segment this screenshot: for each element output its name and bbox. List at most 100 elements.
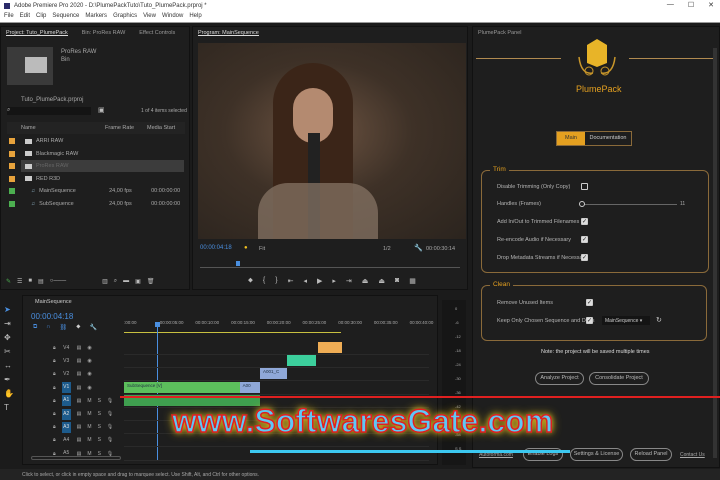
timeline-clip[interactable]: [287, 355, 317, 367]
lock-icon[interactable]: 🔒︎: [53, 385, 56, 391]
add-marker-icon[interactable]: ⬥: [76, 324, 80, 331]
menu-markers[interactable]: Markers: [85, 13, 107, 20]
project-item[interactable]: ProRes RAW: [9, 160, 184, 172]
col-media-start[interactable]: Media Start: [147, 125, 175, 131]
snap-icon[interactable]: ∩: [46, 324, 50, 331]
minimize-button[interactable]: —: [667, 1, 674, 9]
mute-button[interactable]: M: [87, 437, 91, 443]
sync-lock-icon[interactable]: ▤: [77, 398, 82, 404]
reload-panel-button[interactable]: Reload Panel: [630, 448, 672, 461]
mute-button[interactable]: M: [87, 398, 91, 404]
tab-main[interactable]: Main: [557, 132, 585, 145]
freeform-view-icon[interactable]: ▤: [38, 278, 44, 285]
solo-button[interactable]: S: [98, 437, 101, 443]
handles-slider-thumb[interactable]: [579, 201, 585, 207]
timeline-clip[interactable]: A00: [239, 381, 260, 393]
lift-icon[interactable]: ⏏: [362, 277, 369, 285]
track-target[interactable]: A2: [61, 408, 71, 420]
mic-icon[interactable]: 🎙︎: [107, 398, 113, 404]
comparison-view-icon[interactable]: ▦: [409, 277, 416, 285]
mic-icon[interactable]: 🎙︎: [107, 411, 113, 417]
tab-main-sequence[interactable]: MainSequence: [35, 299, 72, 305]
remove-unused-checkbox[interactable]: ✓: [586, 299, 593, 306]
track-target[interactable]: A3: [61, 421, 71, 433]
tab-program[interactable]: Program: MainSequence: [198, 30, 259, 36]
tab-effect-controls[interactable]: Effect Controls: [139, 30, 175, 36]
project-item[interactable]: Blackmagic RAW: [9, 148, 184, 160]
close-button[interactable]: ✕: [708, 1, 714, 9]
export-frame-icon[interactable]: ◙: [395, 277, 399, 285]
new-bin-button-icon[interactable]: ▬: [123, 278, 129, 285]
lock-icon[interactable]: 🔒︎: [53, 358, 56, 364]
icon-view-icon[interactable]: ■: [28, 278, 32, 285]
eye-icon[interactable]: ◉: [87, 371, 91, 377]
tab-project[interactable]: Project: Tuto_PlumePack: [6, 30, 68, 36]
disable-trimming-checkbox[interactable]: [581, 183, 588, 190]
go-to-out-icon[interactable]: ⇥: [346, 277, 352, 285]
add-inout-checkbox[interactable]: ✓: [581, 218, 588, 225]
sync-lock-icon[interactable]: ▤: [77, 358, 82, 364]
track-target[interactable]: V2: [62, 369, 71, 380]
label-color-swatch[interactable]: [9, 200, 15, 207]
lock-icon[interactable]: 🔒︎: [53, 371, 56, 377]
eye-icon[interactable]: ◉: [87, 385, 91, 391]
solo-button[interactable]: S: [98, 424, 101, 430]
col-name[interactable]: Name: [21, 125, 105, 131]
pencil-icon[interactable]: ✎: [6, 278, 11, 285]
sync-lock-icon[interactable]: ▤: [77, 424, 82, 430]
program-playhead[interactable]: [236, 261, 240, 266]
project-item[interactable]: RED R3D: [9, 173, 184, 185]
list-view-icon[interactable]: ☰: [17, 278, 22, 285]
lock-icon[interactable]: 🔒︎: [53, 424, 56, 430]
play-icon[interactable]: ▶: [317, 277, 322, 285]
mic-icon[interactable]: 🎙︎: [107, 437, 113, 443]
lock-icon[interactable]: 🔒︎: [53, 437, 56, 443]
solo-button[interactable]: S: [98, 411, 101, 417]
eye-icon[interactable]: ◉: [87, 358, 91, 364]
track-target[interactable]: V4: [62, 343, 71, 354]
selection-tool-icon[interactable]: ➤: [4, 305, 14, 314]
menu-window[interactable]: Window: [162, 13, 183, 20]
project-item[interactable]: ARRI RAW: [9, 135, 184, 147]
handles-slider[interactable]: [581, 204, 677, 205]
go-to-in-icon[interactable]: ⇤: [288, 277, 294, 285]
track-target[interactable]: V3: [62, 356, 71, 367]
menu-sequence[interactable]: Sequence: [52, 13, 79, 20]
sync-lock-icon[interactable]: ▤: [77, 411, 82, 417]
program-scrubber[interactable]: [200, 267, 460, 268]
menu-graphics[interactable]: Graphics: [113, 13, 137, 20]
linked-icon[interactable]: ⛓: [60, 324, 68, 331]
tab-documentation[interactable]: Documentation: [585, 132, 631, 145]
sequence-select[interactable]: MainSequence ▾: [602, 316, 650, 325]
label-color-swatch[interactable]: [9, 150, 15, 157]
eye-icon[interactable]: ◉: [87, 345, 91, 351]
zoom-slider[interactable]: ○───: [50, 278, 66, 285]
mute-button[interactable]: M: [87, 424, 91, 430]
label-color-swatch[interactable]: [9, 138, 15, 144]
menu-help[interactable]: Help: [189, 13, 201, 20]
col-frame-rate[interactable]: Frame Rate: [105, 125, 147, 131]
contact-us-link[interactable]: Contact Us: [680, 452, 705, 458]
wrench-icon[interactable]: 🔧: [414, 244, 423, 252]
label-color-swatch[interactable]: [9, 175, 15, 182]
keep-chosen-checkbox[interactable]: ✓: [586, 317, 593, 324]
slip-icon[interactable]: ↔: [4, 361, 14, 370]
find-icon[interactable]: ⌕: [114, 278, 117, 285]
ripple-edit-icon[interactable]: ✥: [4, 333, 14, 342]
timeline-zoom-scrollbar[interactable]: [31, 456, 121, 460]
pen-icon[interactable]: ✒: [4, 375, 14, 384]
program-timecode[interactable]: 00:00:04:18: [200, 245, 232, 251]
sync-lock-icon[interactable]: ▤: [77, 345, 82, 351]
mark-out-icon[interactable]: }: [275, 277, 277, 285]
trash-icon[interactable]: 🗑: [147, 278, 155, 285]
new-bin-icon[interactable]: ▣: [98, 106, 105, 114]
timeline-timecode[interactable]: 00:00:04:18: [31, 312, 73, 321]
type-icon[interactable]: T: [4, 403, 14, 412]
refresh-icon[interactable]: ↻: [656, 316, 662, 324]
label-color-swatch[interactable]: [9, 163, 15, 169]
track-target[interactable]: A1: [61, 395, 71, 407]
consolidate-project-button[interactable]: Consolidate Project: [589, 372, 649, 385]
step-back-icon[interactable]: ◂: [303, 277, 307, 285]
lock-icon[interactable]: 🔒︎: [53, 411, 56, 417]
project-item[interactable]: ♫ SubSequence 24,00 fps 00:00:00:00: [9, 198, 184, 210]
